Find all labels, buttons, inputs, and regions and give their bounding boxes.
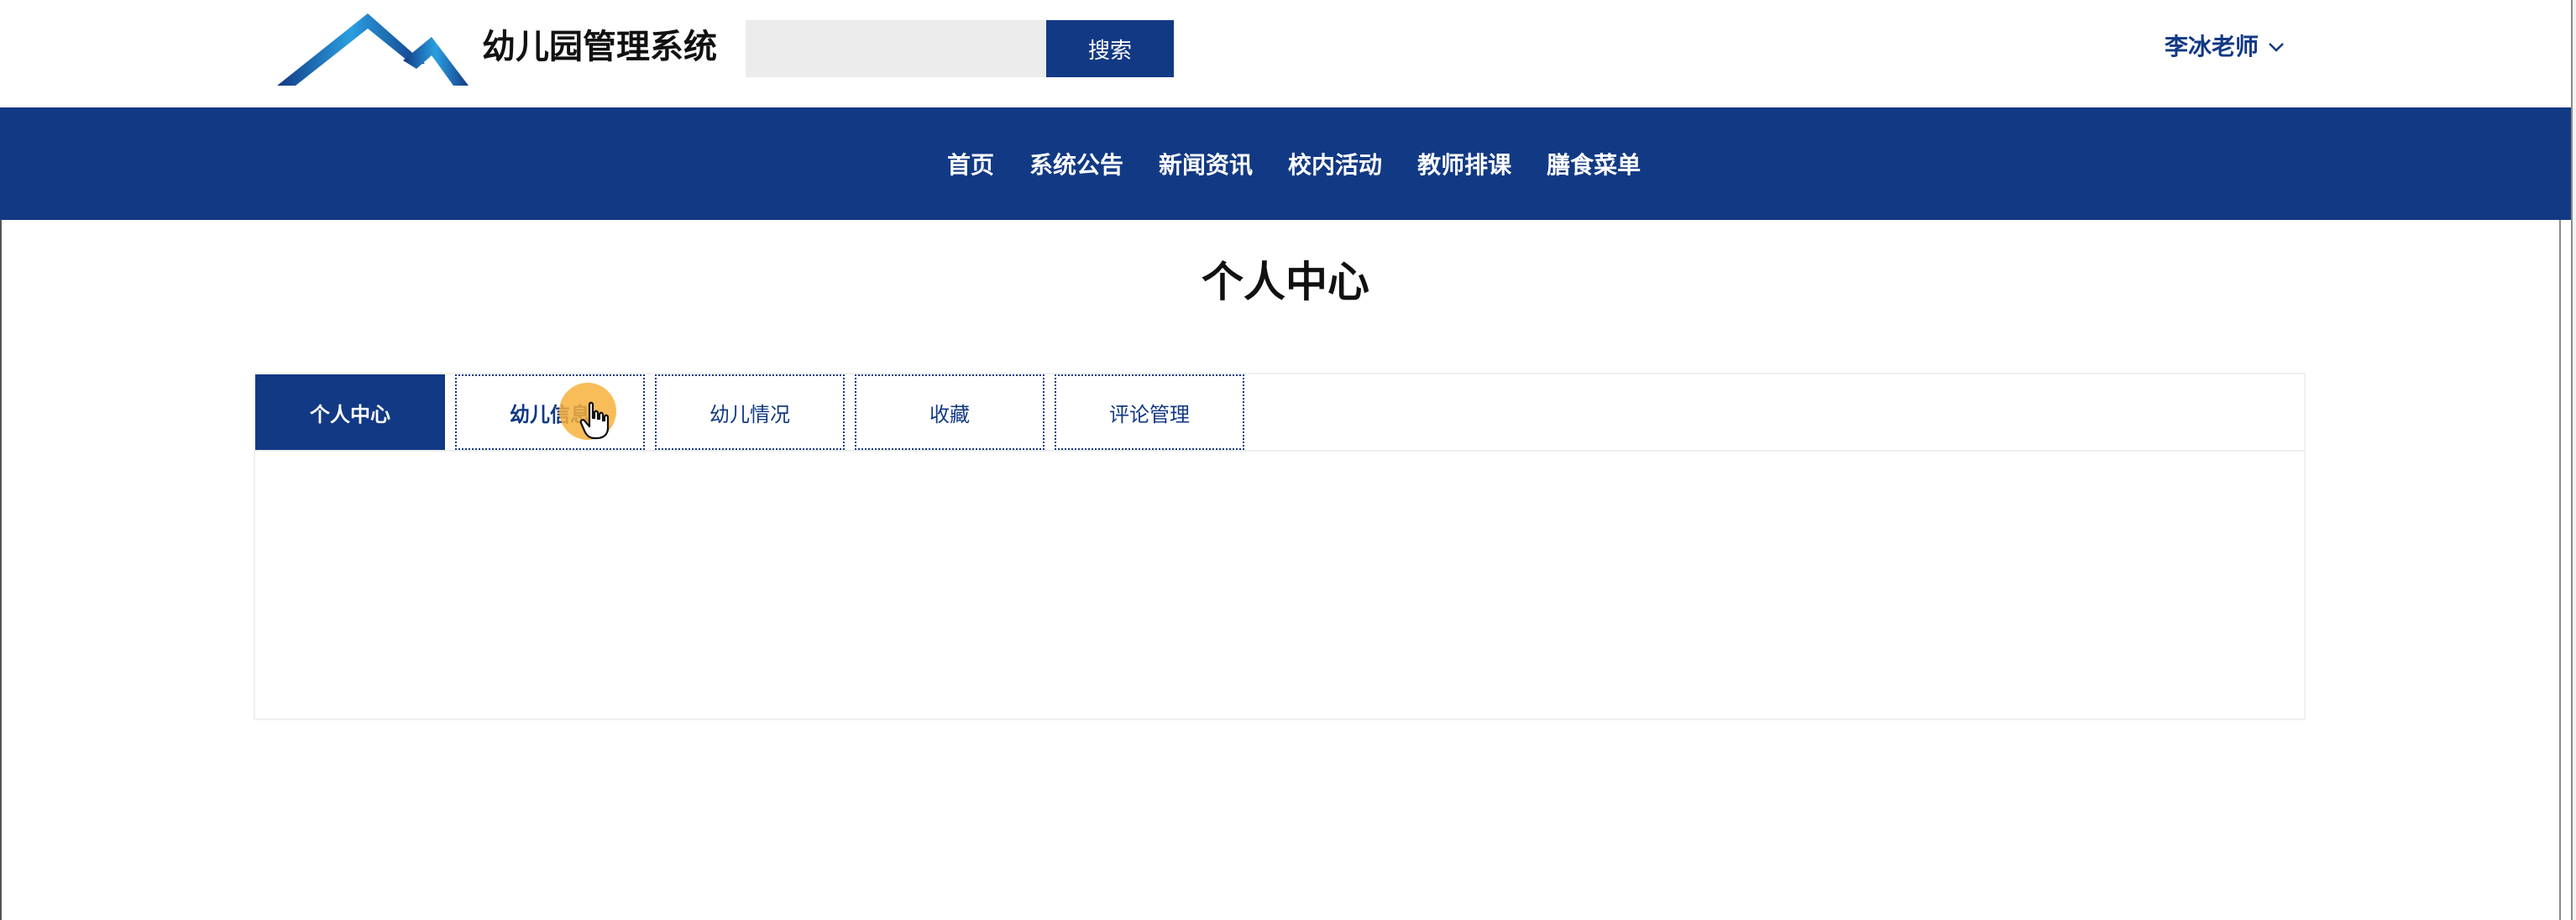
search-button[interactable]: 搜索 (1046, 20, 1174, 77)
main-nav: 首页 系统公告 新闻资讯 校内活动 教师排课 膳食菜单 (0, 107, 2571, 220)
tab-favorites[interactable]: 收藏 (855, 374, 1045, 450)
nav-item-announcements[interactable]: 系统公告 (1029, 147, 1123, 180)
tab-personal-center[interactable]: 个人中心 (255, 374, 445, 450)
nav-list: 首页 系统公告 新闻资讯 校内活动 教师排课 膳食菜单 (947, 107, 1641, 220)
user-menu[interactable]: 李冰老师 (2165, 30, 2285, 64)
site-header: 幼儿园管理系统 搜索 李冰老师 (0, 0, 2571, 107)
user-menu-label: 李冰老师 (2165, 33, 2259, 60)
nav-item-teacher-schedule[interactable]: 教师排课 (1417, 147, 1511, 180)
hand-pointer-icon (579, 401, 610, 440)
tab-panel: 个人中心 幼儿信息 幼儿情况 收藏 评论管理 (254, 373, 2306, 720)
nav-item-news[interactable]: 新闻资讯 (1159, 147, 1253, 180)
nav-item-activities[interactable]: 校内活动 (1288, 147, 1382, 180)
tab-comment-management[interactable]: 评论管理 (1055, 374, 1244, 450)
chevron-down-icon (2269, 43, 2284, 52)
nav-item-meal-menu[interactable]: 膳食菜单 (1547, 147, 1641, 180)
page-title: 个人中心 (1202, 258, 1369, 306)
search-input[interactable] (746, 20, 1046, 77)
nav-item-home[interactable]: 首页 (947, 147, 994, 180)
mountain-logo-icon (277, 13, 469, 86)
tab-child-status[interactable]: 幼儿情况 (655, 374, 845, 450)
tab-divider (255, 450, 2304, 452)
site-title: 幼儿园管理系统 (482, 28, 717, 66)
tab-child-info[interactable]: 幼儿信息 (455, 374, 645, 450)
scrollbar-thumb[interactable] (2559, 220, 2576, 920)
